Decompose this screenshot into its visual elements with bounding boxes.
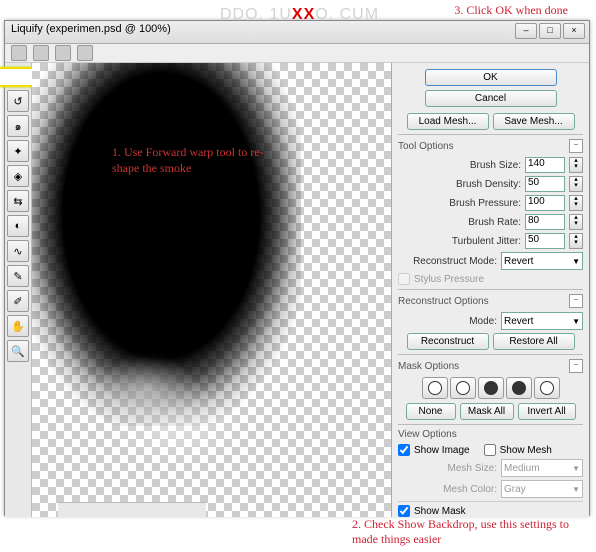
invert-all-button[interactable]: Invert All [518, 403, 576, 420]
window-title: Liquify (experimen.psd @ 100%) [11, 23, 171, 35]
show-mask-checkbox[interactable] [398, 505, 410, 517]
close-button[interactable]: × [563, 23, 585, 39]
brush-pressure-label: Brush Pressure: [398, 198, 521, 209]
options-panel: OK Cancel Load Mesh... Save Mesh... Tool… [391, 63, 589, 517]
liquify-dialog: Liquify (experimen.psd @ 100%) – □ × ⤽ ↺… [4, 20, 590, 516]
reconstruct-mode-select[interactable]: Revert▼ [501, 252, 583, 270]
mesh-color-select: Gray▼ [501, 480, 583, 498]
push-left-tool-icon[interactable]: ⇆ [7, 190, 29, 212]
collapse-icon[interactable]: − [569, 359, 583, 373]
toolbar-strip [5, 44, 589, 63]
spinner-icon[interactable]: ▴▾ [569, 176, 583, 192]
mask-subtract-icon[interactable] [478, 377, 504, 399]
group-title: Mask Options [398, 361, 459, 372]
reconstruct-tool-icon[interactable]: ↺ [7, 90, 29, 112]
toolbar-icon[interactable] [55, 45, 71, 61]
brush-density-label: Brush Density: [398, 179, 521, 190]
thaw-mask-tool-icon[interactable]: ✐ [7, 290, 29, 312]
show-mesh-label: Show Mesh [500, 445, 552, 456]
toolbar-icon[interactable] [77, 45, 93, 61]
collapse-icon[interactable]: − [569, 294, 583, 308]
toolbar-icon[interactable] [11, 45, 27, 61]
mask-add-icon[interactable] [450, 377, 476, 399]
stylus-pressure-label: Stylus Pressure [414, 274, 484, 285]
restore-all-button[interactable]: Restore All [493, 333, 575, 350]
spinner-icon[interactable]: ▴▾ [569, 157, 583, 173]
ok-button[interactable]: OK [425, 69, 557, 86]
cancel-button[interactable]: Cancel [425, 90, 557, 107]
mask-intersect-icon[interactable] [506, 377, 532, 399]
preview-canvas[interactable]: 1. Use Forward warp tool to re-shape the… [32, 63, 391, 517]
tool-palette: ⤽ ↺ ๑ ✦ ◈ ⇆ ◐ ∿ ✎ ✐ ✋ 🔍 [5, 63, 32, 517]
annotation-3: 3. Click OK when done [454, 3, 568, 19]
spinner-icon[interactable]: ▴▾ [569, 233, 583, 249]
reconstruct-button[interactable]: Reconstruct [407, 333, 489, 350]
mesh-size-select: Medium▼ [501, 459, 583, 477]
load-mesh-button[interactable]: Load Mesh... [407, 113, 489, 130]
annotation-1: 1. Use Forward warp tool to re-shape the… [112, 145, 272, 176]
mesh-color-label: Mesh Color: [398, 484, 497, 495]
artwork-smoke [82, 353, 242, 473]
recon-mode-label: Mode: [398, 316, 497, 327]
reconstruct-options-group: Reconstruct Options − Mode: Revert▼ Recons… [398, 289, 583, 350]
mask-replace-icon[interactable] [422, 377, 448, 399]
brush-density-input[interactable]: 50 [525, 176, 565, 192]
annotation-2: 2. Check Show Backdrop, use this setting… [352, 517, 572, 548]
stylus-pressure-checkbox [398, 273, 410, 285]
recon-mode-select[interactable]: Revert▼ [501, 312, 583, 330]
mask-options-group: Mask Options − None Mask All Invert All [398, 354, 583, 420]
view-options-group: View Options Show Image Show Mesh Mesh S… [398, 424, 583, 517]
brush-size-label: Brush Size: [398, 160, 521, 171]
titlebar[interactable]: Liquify (experimen.psd @ 100%) – □ × [5, 21, 589, 44]
turbulent-jitter-input[interactable]: 50 [525, 233, 565, 249]
show-mesh-checkbox[interactable] [484, 444, 496, 456]
reconstruct-mode-label: Reconstruct Mode: [398, 256, 497, 267]
tool-options-group: Tool Options− Brush Size:140▴▾ Brush Den… [398, 134, 583, 285]
brush-rate-input[interactable]: 80 [525, 214, 565, 230]
spinner-icon[interactable]: ▴▾ [569, 195, 583, 211]
group-title: View Options [398, 429, 457, 440]
horizontal-scrollbar[interactable] [58, 502, 206, 517]
maximize-button[interactable]: □ [539, 23, 561, 39]
bloat-tool-icon[interactable]: ◈ [7, 165, 29, 187]
spinner-icon[interactable]: ▴▾ [569, 214, 583, 230]
toolbar-icon[interactable] [33, 45, 49, 61]
mask-invert-icon[interactable] [534, 377, 560, 399]
mesh-size-label: Mesh Size: [398, 463, 497, 474]
brush-size-input[interactable]: 140 [525, 157, 565, 173]
turbulent-jitter-label: Turbulent Jitter: [398, 236, 521, 247]
zoom-tool-icon[interactable]: 🔍 [7, 340, 29, 362]
turbulence-tool-icon[interactable]: ∿ [7, 240, 29, 262]
mirror-tool-icon[interactable]: ◐ [7, 215, 29, 237]
twirl-tool-icon[interactable]: ๑ [7, 115, 29, 137]
show-mask-label: Show Mask [414, 506, 466, 517]
chevron-down-icon: ▼ [572, 317, 580, 326]
save-mesh-button[interactable]: Save Mesh... [493, 113, 575, 130]
show-image-label: Show Image [414, 445, 470, 456]
group-title: Reconstruct Options [398, 296, 489, 307]
freeze-mask-tool-icon[interactable]: ✎ [7, 265, 29, 287]
pucker-tool-icon[interactable]: ✦ [7, 140, 29, 162]
brush-rate-label: Brush Rate: [398, 217, 521, 228]
minimize-button[interactable]: – [515, 23, 537, 39]
watermark-text: DDO. 1UXXO. CUM [220, 6, 379, 24]
brush-pressure-input[interactable]: 100 [525, 195, 565, 211]
mask-none-button[interactable]: None [406, 403, 456, 420]
group-title: Tool Options [398, 141, 454, 152]
chevron-down-icon: ▼ [572, 257, 580, 266]
collapse-icon[interactable]: − [569, 139, 583, 153]
mask-all-button[interactable]: Mask All [460, 403, 514, 420]
hand-tool-icon[interactable]: ✋ [7, 315, 29, 337]
show-image-checkbox[interactable] [398, 444, 410, 456]
